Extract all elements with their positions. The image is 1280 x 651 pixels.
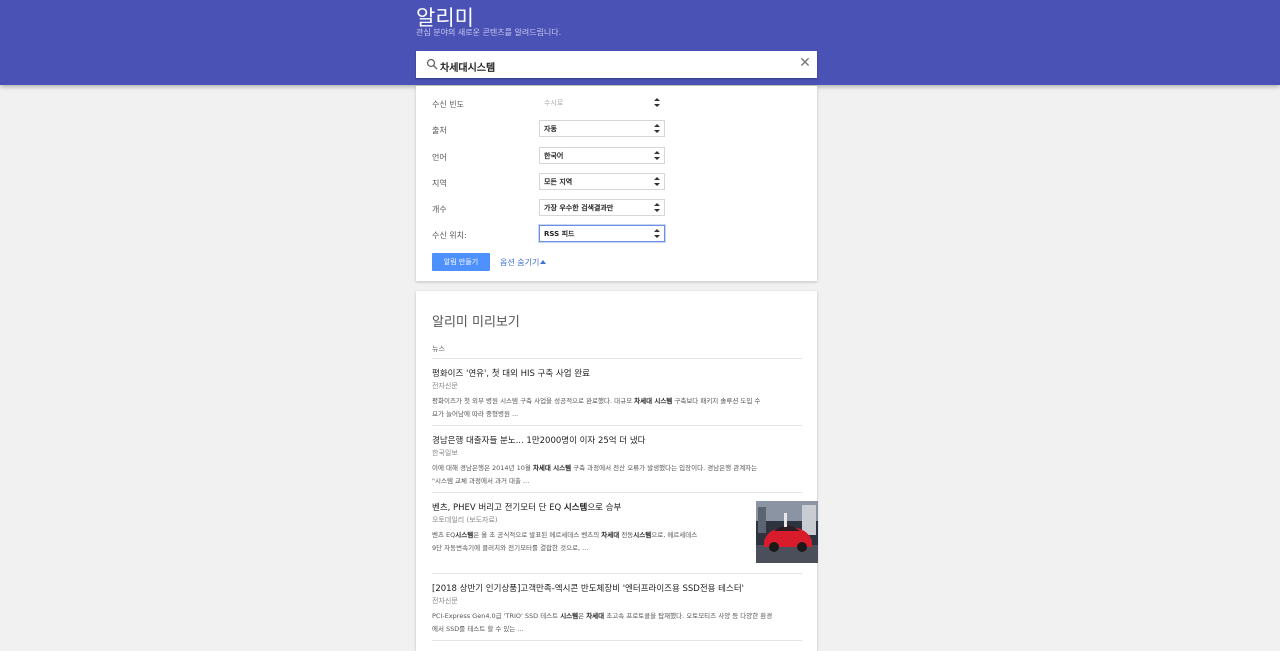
region-select[interactable]: 모든 지역 — [539, 173, 665, 190]
count-value: 가장 우수한 검색결과만 — [544, 204, 614, 212]
close-icon[interactable]: ✕ — [798, 56, 812, 70]
article-source: 한국일보 — [432, 449, 458, 457]
snippet-text: 이에 대해 경남은행은 2014년 10월 — [432, 464, 533, 472]
frequency-select[interactable]: 수시로 — [539, 94, 665, 111]
title-text: 으로 승부 — [587, 503, 622, 513]
option-count: 개수 가장 우수한 검색결과만 — [416, 199, 817, 219]
article-title-link[interactable]: 평화이즈 '연유', 첫 대외 HIS 구축 사업 완료 — [432, 367, 590, 379]
source-select[interactable]: 자동 — [539, 120, 665, 137]
snippet-text: 구축보다 패키지 솔루션 도입 수 — [672, 397, 761, 405]
list-item: [2018 상반기 인기상품]고객만족-엑시콘 반도체장비 '엔터프라이즈용 S… — [432, 582, 802, 640]
title-text: 벤츠, PHEV 버리고 전기모터 단 EQ — [432, 503, 564, 513]
list-item: 벤츠, PHEV 버리고 전기모터 단 EQ 시스템으로 승부 오토데일리 (보… — [432, 501, 818, 573]
preview-title: 알리미 미리보기 — [432, 315, 520, 330]
snippet-text: "시스템 교체 과정에서 과거 대출 ... — [432, 477, 530, 485]
snippet-text: 평화이즈가 첫 외부 병원 시스템 구축 사업을 성공적으로 완료했다. 대규모 — [432, 397, 635, 405]
source-label: 출처 — [432, 126, 447, 135]
search-icon — [426, 58, 438, 70]
option-region: 지역 모든 지역 — [416, 173, 817, 193]
snippet-text: 전동 — [619, 531, 634, 539]
article-title-link[interactable]: [2018 상반기 인기상품]고객만족-엑시콘 반도체장비 '엔터프라이즈용 S… — [432, 582, 744, 594]
deliver-select[interactable]: RSS 피드 — [539, 225, 665, 242]
top-header: 알리미 관심 분야의 새로운 콘텐츠를 알려드립니다. 차세대시스템 ✕ — [0, 0, 1280, 85]
article-snippet: PCI-Express Gen4.0급 'TRIO' SSD 테스트 시스템은 … — [432, 610, 772, 636]
search-query: 차세대시스템 — [440, 63, 496, 74]
snippet-highlight: 시스템 — [455, 531, 474, 539]
caret-up-icon[interactable] — [540, 260, 546, 264]
article-title-link[interactable]: 경남은행 대출자들 분노... 1만2000명이 이자 25억 더 냈다 — [432, 434, 645, 446]
source-value: 자동 — [544, 125, 557, 133]
snippet-text: 으로, 메르세데스 — [651, 531, 698, 539]
alert-preview-panel: 알리미 미리보기 뉴스 평화이즈 '연유', 첫 대외 HIS 구축 사업 완료… — [416, 291, 818, 651]
article-thumbnail[interactable] — [756, 501, 818, 563]
list-item: 평화이즈 '연유', 첫 대외 HIS 구축 사업 완료 전자신문 평화이즈가 … — [432, 367, 802, 425]
alert-options-panel: 수신 빈도 수시로 출처 자동 언어 한국어 지역 모든 지역 개수 가장 우수… — [416, 86, 817, 281]
select-arrows-icon — [654, 177, 660, 186]
article-snippet: 이에 대해 경남은행은 2014년 10월 차세대 시스템 구축 과정에서 전산… — [432, 462, 757, 488]
select-arrows-icon — [654, 203, 660, 212]
article-snippet: 벤츠 EQ시스템은 올 초 공식적으로 발표된 메르세데스 벤츠의 차세대 전동… — [432, 529, 697, 555]
count-label: 개수 — [432, 205, 447, 214]
snippet-text: PCI-Express Gen4.0급 'TRIO' SSD 테스트 — [432, 612, 561, 620]
snippet-text: 에서 SSD를 테스트 할 수 있는 ... — [432, 625, 524, 633]
section-label-news: 뉴스 — [432, 345, 445, 353]
snippet-text: 벤츠 EQ — [432, 531, 456, 539]
article-source: 전자신문 — [432, 597, 458, 605]
divider — [432, 358, 802, 359]
option-language: 언어 한국어 — [416, 147, 817, 167]
app-subtitle: 관심 분야의 새로운 콘텐츠를 알려드립니다. — [416, 28, 562, 37]
language-value: 한국어 — [544, 152, 564, 160]
list-item: 경남은행 대출자들 분노... 1만2000명이 이자 25억 더 냈다 한국일… — [432, 434, 802, 492]
snippet-highlight: 차세대 시스템 — [634, 397, 673, 405]
article-snippet: 평화이즈가 첫 외부 병원 시스템 구축 사업을 성공적으로 완료했다. 대규모… — [432, 395, 760, 421]
divider — [432, 573, 802, 574]
divider — [432, 425, 802, 426]
snippet-text: 초고속 프로토콜을 탑재했다. 오토모티즈 사양 등 다양한 환경 — [604, 612, 773, 620]
snippet-highlight: 차세대 — [586, 612, 605, 620]
snippet-text: 구축 과정에서 전산 오류가 발생했다는 입장이다. 경남은행 관계자는 — [571, 464, 758, 472]
option-deliver-to: 수신 위치: RSS 피드 — [416, 225, 817, 245]
select-arrows-icon — [654, 98, 660, 107]
title-highlight: 시스템 — [563, 503, 588, 513]
option-frequency: 수신 빈도 수시로 — [416, 94, 817, 114]
region-value: 모든 지역 — [544, 178, 573, 186]
snippet-highlight: 시스템 — [633, 531, 652, 539]
snippet-text: 은 — [578, 612, 587, 620]
region-label: 지역 — [432, 179, 447, 188]
language-label: 언어 — [432, 153, 447, 162]
article-title-link[interactable]: 벤츠, PHEV 버리고 전기모터 단 EQ 시스템으로 승부 — [432, 501, 621, 513]
select-arrows-icon — [654, 124, 660, 133]
divider — [432, 492, 802, 493]
article-source: 오토데일리 (보도자료) — [432, 516, 498, 524]
language-select[interactable]: 한국어 — [539, 147, 665, 164]
snippet-text: 은 올 초 공식적으로 발표된 메르세데스 벤츠의 — [473, 531, 602, 539]
frequency-value: 수시로 — [544, 99, 564, 107]
snippet-text: 요가 늘어남에 따라 중형병원 ... — [432, 410, 519, 418]
frequency-label: 수신 빈도 — [432, 100, 464, 109]
option-source: 출처 자동 — [416, 120, 817, 140]
create-alert-button[interactable]: 알림 만들기 — [432, 253, 490, 271]
car-photo-image — [756, 501, 818, 563]
deliver-label: 수신 위치: — [432, 231, 467, 240]
deliver-value: RSS 피드 — [544, 230, 575, 238]
article-source: 전자신문 — [432, 382, 458, 390]
snippet-highlight: 차세대 — [601, 531, 620, 539]
snippet-highlight: 차세대 시스템 — [532, 464, 572, 472]
select-arrows-icon — [654, 229, 660, 238]
select-arrows-icon — [654, 151, 660, 160]
divider — [432, 640, 802, 641]
count-select[interactable]: 가장 우수한 검색결과만 — [539, 199, 665, 216]
hide-options-link[interactable]: 옵션 숨기기 — [500, 257, 539, 268]
search-input[interactable]: 차세대시스템 ✕ — [416, 51, 817, 78]
snippet-text: 9단 자동변속기에 클러치와 전기모터를 결합한 것으로, ... — [432, 544, 589, 552]
snippet-highlight: 시스템 — [560, 612, 579, 620]
